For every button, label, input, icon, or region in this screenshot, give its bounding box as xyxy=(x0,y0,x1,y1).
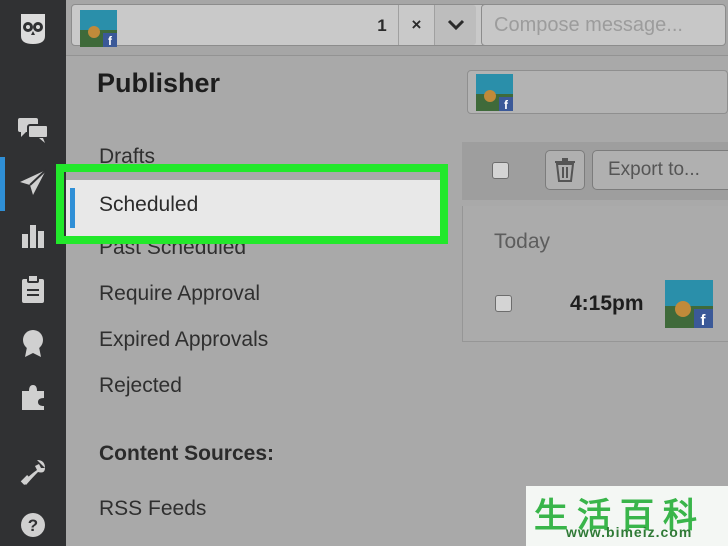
content-sources-heading: Content Sources: xyxy=(99,442,275,465)
date-group-label: Today xyxy=(494,230,551,253)
nav-item-expired-approvals[interactable]: Expired Approvals xyxy=(99,328,268,352)
bar-chart-icon[interactable] xyxy=(16,219,50,253)
facebook-profile-avatar: f xyxy=(80,10,117,47)
nav-item-rss-feeds[interactable]: RSS Feeds xyxy=(99,497,206,521)
delete-button[interactable] xyxy=(545,150,585,190)
publisher-sidebar: Publisher Drafts Scheduled Past Schedule… xyxy=(66,56,460,546)
svg-text:?: ? xyxy=(28,516,38,535)
profile-dropdown-button[interactable] xyxy=(434,5,476,45)
help-icon[interactable]: ? xyxy=(16,508,50,542)
clipboard-icon[interactable] xyxy=(16,272,50,306)
export-button[interactable]: Export to... xyxy=(592,150,728,190)
select-all-checkbox[interactable] xyxy=(492,162,509,179)
compose-message-input[interactable]: Compose message... xyxy=(481,4,726,46)
owl-logo-icon[interactable] xyxy=(16,12,50,46)
rail-active-indicator xyxy=(0,157,5,211)
page-title: Publisher xyxy=(97,68,221,98)
watermark-url: www.bimeiz.com xyxy=(566,524,693,540)
highlight-callout xyxy=(56,164,448,244)
stream-profile-selector[interactable]: f xyxy=(467,70,728,114)
chat-bubbles-icon[interactable] xyxy=(16,113,50,147)
scheduled-post-list: Today 4:15pm f xyxy=(462,206,728,342)
icon-rail: ? xyxy=(0,0,66,546)
trash-icon xyxy=(555,158,575,182)
selected-profile-count: 1 xyxy=(377,16,387,35)
clear-profiles-button[interactable]: × xyxy=(398,5,434,45)
post-time: 4:15pm xyxy=(570,292,644,315)
nav-item-rejected[interactable]: Rejected xyxy=(99,374,182,398)
post-profile-avatar: f xyxy=(665,280,713,328)
post-checkbox[interactable] xyxy=(495,295,512,312)
watermark: 生活百科 www.bimeiz.com xyxy=(526,486,728,546)
paper-plane-icon[interactable] xyxy=(16,166,50,200)
stream-toolbar: Export to... xyxy=(462,142,728,200)
wrench-icon[interactable] xyxy=(16,455,50,489)
nav-item-require-approval[interactable]: Require Approval xyxy=(99,282,260,306)
puzzle-icon[interactable] xyxy=(16,380,50,414)
profile-picker[interactable]: f 1 × xyxy=(71,4,539,47)
top-bar: f 1 × Compose message... xyxy=(66,0,728,56)
badge-icon[interactable] xyxy=(16,326,50,360)
chevron-down-icon xyxy=(447,19,464,31)
facebook-profile-avatar: f xyxy=(476,74,513,111)
